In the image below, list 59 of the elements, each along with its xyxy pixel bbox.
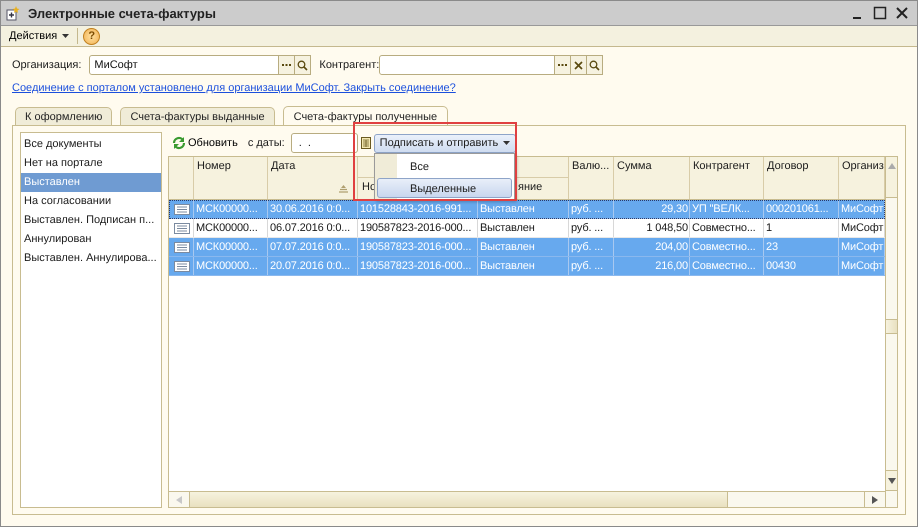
help-button[interactable]: ? [83, 28, 100, 44]
counterparty-label: Контрагент: [319, 59, 380, 71]
table-cell: Совместно... [690, 219, 764, 237]
table-cell: 190587823-2016-000... [358, 238, 478, 256]
table-cell: МСК00000... [194, 238, 268, 256]
status-item[interactable]: Аннулирован [21, 230, 161, 249]
table-cell: 190587823-2016-000... [358, 257, 478, 275]
table-cell: Совместно... [690, 238, 764, 256]
menu-item[interactable]: Выделенные [377, 178, 512, 198]
table-cell: 204,00 [614, 238, 690, 256]
actions-menu[interactable]: Действия [6, 30, 72, 42]
table-cell: 101528843-2016-991... [358, 200, 478, 218]
table-cell: МСК00000... [194, 219, 268, 237]
column-header[interactable]: Сумма [614, 157, 690, 199]
table-cell: 1 [764, 219, 839, 237]
table-cell: 190587823-2016-000... [358, 219, 478, 237]
status-item[interactable]: Выставлен. Подписан п... [21, 211, 161, 230]
connection-link[interactable]: Соединение с порталом установлено для организации МиСофт. Закрыть соединение? [12, 82, 906, 94]
column-header[interactable]: Контрагент [690, 157, 764, 199]
table-cell: Выставлен [478, 257, 569, 275]
table-cell: УП "ВЕЛК... [690, 200, 764, 218]
table-cell: 23 [764, 238, 839, 256]
organization-field[interactable]: МиСофт [89, 55, 280, 75]
table-cell: МСК00000... [194, 200, 268, 218]
window-title: Электронные счета-фактуры [28, 6, 216, 20]
table-cell: руб. ... [569, 200, 614, 218]
status-item[interactable]: На согласовании [21, 192, 161, 211]
tab[interactable]: К оформлению [15, 107, 112, 125]
table-cell: 06.07.2016 0:0... [268, 219, 358, 237]
status-item[interactable]: Нет на портале [21, 154, 161, 173]
table-cell: 00430 [764, 257, 839, 275]
table-cell: 1 048,50 [614, 219, 690, 237]
status-item[interactable]: Выставлен. Аннулирова... [21, 249, 161, 268]
date-field[interactable]: . . [290, 133, 358, 153]
tab[interactable]: Счета-фактуры выданные [120, 107, 275, 125]
table-cell: руб. ... [569, 219, 614, 237]
table-cell: Выставлен [478, 200, 569, 218]
table-cell: 30.06.2016 0:0... [268, 200, 358, 218]
column-header[interactable]: Договор [764, 157, 839, 199]
table-cell: 000201061... [764, 200, 839, 218]
table-cell: МСК00000... [194, 257, 268, 275]
column-header[interactable]: Номер [194, 157, 268, 199]
date-label: с даты: [248, 137, 285, 149]
table-cell: руб. ... [569, 238, 614, 256]
refresh-button[interactable]: Обновить [168, 136, 238, 150]
table-cell: 216,00 [614, 257, 690, 275]
column-header[interactable]: Дата [268, 157, 358, 199]
menu-item[interactable]: Все [377, 156, 512, 176]
table-cell: Выставлен [478, 238, 569, 256]
organization-label: Организация: [12, 59, 82, 71]
column-header[interactable]: Валю... [569, 157, 614, 199]
table-cell: 07.07.2016 0:0... [268, 238, 358, 256]
table-cell: 29,30 [614, 200, 690, 218]
table-cell: руб. ... [569, 257, 614, 275]
status-item[interactable]: Все документы [21, 135, 161, 154]
table-cell: Совместно... [690, 257, 764, 275]
table-cell: 20.07.2016 0:0... [268, 257, 358, 275]
table-cell: Выставлен [478, 219, 569, 237]
sign-and-send-button[interactable]: Подписать и отправить [374, 134, 516, 152]
